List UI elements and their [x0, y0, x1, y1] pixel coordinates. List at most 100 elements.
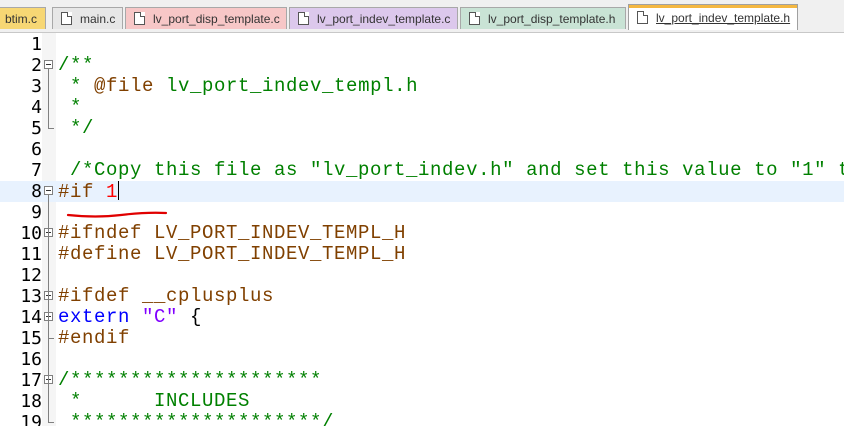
code-line[interactable]: 17 /*********************: [0, 370, 844, 392]
code-editor[interactable]: 1 2/** 3 * @file lv_port_indev_templ.h 4 * 5…: [0, 33, 844, 426]
code-text: #endif: [58, 328, 130, 349]
code-line[interactable]: 14 extern "C" {: [0, 307, 844, 329]
line-number: 4: [31, 97, 42, 118]
code-text: *: [58, 97, 82, 118]
tab-label: lv_port_disp_template.c: [153, 11, 280, 26]
code-line[interactable]: 1: [0, 34, 844, 55]
line-number: 10: [20, 223, 42, 244]
code-token: #define LV_PORT_INDEV_TEMPL_H: [58, 243, 407, 265]
code-text: *********************/: [58, 412, 334, 426]
line-number: 11: [20, 244, 42, 265]
code-text: * INCLUDES: [58, 391, 250, 412]
line-number: 18: [20, 391, 42, 412]
tab-label: lv_port_disp_template.h: [488, 11, 616, 26]
fold-guide: [48, 384, 49, 422]
fold-guide-end: [48, 128, 54, 129]
line-number: 19: [20, 412, 42, 426]
code-line[interactable]: 8 #if 1: [0, 181, 844, 203]
tab-label: lv_port_indev_template.c: [317, 11, 451, 26]
file-icon: [61, 12, 72, 25]
code-token: * INCLUDES: [58, 390, 251, 412]
tab-5[interactable]: lv_port_indev_template.h: [628, 4, 798, 30]
code-line[interactable]: 16: [0, 349, 844, 370]
line-number: 17: [20, 370, 42, 391]
fold-toggle-icon[interactable]: [44, 186, 53, 195]
code-text: #define LV_PORT_INDEV_TEMPL_H: [58, 244, 406, 265]
line-number: 14: [20, 307, 42, 328]
code-line[interactable]: 7 /*Copy this file as "lv_port_indev.h" …: [0, 160, 844, 182]
active-tab-indicator: [629, 5, 797, 8]
code-text: * @file lv_port_indev_templ.h: [58, 76, 418, 97]
line-number: 13: [20, 286, 42, 307]
code-token: *********************/: [58, 411, 335, 426]
code-token: #ifndef LV_PORT_INDEV_TEMPL_H: [58, 222, 407, 244]
line-number: 7: [31, 160, 42, 181]
line-number: 12: [20, 265, 42, 286]
file-icon: [637, 11, 648, 24]
tab-3[interactable]: lv_port_indev_template.c: [289, 7, 458, 29]
line-number: 15: [20, 328, 42, 349]
line-number: 16: [20, 349, 42, 370]
code-token: /**: [58, 54, 95, 76]
code-line[interactable]: 18 * INCLUDES: [0, 391, 844, 413]
code-text: /*********************: [58, 370, 322, 391]
tab-4[interactable]: lv_port_disp_template.h: [460, 7, 626, 29]
fold-guide-end: [48, 422, 54, 423]
line-number: 1: [31, 34, 42, 55]
line-number: 3: [31, 76, 42, 97]
tab-label: lv_port_indev_template.h: [656, 10, 791, 25]
tab-2[interactable]: lv_port_disp_template.c: [125, 7, 287, 29]
code-text: #if 1: [58, 181, 120, 203]
code-token: #if: [58, 181, 107, 203]
code-line[interactable]: 15 #endif: [0, 328, 844, 350]
file-icon: [298, 12, 309, 25]
line-number: 9: [31, 202, 42, 223]
code-text: extern "C" {: [58, 307, 202, 328]
fold-toggle-icon[interactable]: [44, 60, 53, 69]
tab-label: btim.c: [5, 11, 38, 26]
fold-guide: [48, 300, 49, 338]
code-token: {: [178, 306, 203, 328]
code-line[interactable]: 19 *********************/: [0, 412, 844, 426]
code-line[interactable]: 5 */: [0, 118, 844, 140]
code-token: *: [58, 75, 95, 97]
code-token: #ifdef __cplusplus: [58, 285, 275, 307]
code-text: #ifndef LV_PORT_INDEV_TEMPL_H: [58, 223, 406, 244]
code-token: #endif: [58, 327, 131, 349]
tab-1[interactable]: main.c: [52, 7, 123, 29]
code-line[interactable]: 2 /**: [0, 55, 844, 77]
code-text: /*Copy this file as "lv_port_indev.h" an…: [58, 160, 844, 181]
code-text: */: [58, 118, 94, 139]
file-icon: [469, 12, 480, 25]
code-text: /**: [58, 55, 94, 76]
code-line[interactable]: 13 #ifdef __cplusplus: [0, 286, 844, 308]
code-line[interactable]: 12: [0, 265, 844, 286]
tab-0[interactable]: btim.c: [0, 7, 46, 29]
code-token: extern: [58, 306, 143, 328]
line-number: 8: [31, 181, 42, 202]
code-line[interactable]: 11 #define LV_PORT_INDEV_TEMPL_H: [0, 244, 844, 266]
code-token: "C": [142, 306, 179, 328]
line-number: 6: [31, 139, 42, 160]
line-number: 2: [31, 55, 42, 76]
code-line[interactable]: 4 *: [0, 97, 844, 119]
code-text: #ifdef __cplusplus: [58, 286, 274, 307]
fold-guide: [48, 69, 49, 128]
code-line[interactable]: 3 * @file lv_port_indev_templ.h: [0, 76, 844, 98]
tab-bar: btim.c main.c lv_port_disp_template.c lv_po…: [0, 0, 844, 33]
fold-guide-end: [48, 338, 54, 339]
code-token: /*Copy this file as "lv_port_indev.h" an…: [58, 159, 844, 181]
code-token: /*********************: [58, 369, 323, 391]
code-line[interactable]: 6: [0, 139, 844, 160]
code-token: *: [58, 96, 83, 118]
text-caret: [118, 181, 120, 200]
line-number: 5: [31, 118, 42, 139]
code-line[interactable]: 10 #ifndef LV_PORT_INDEV_TEMPL_H: [0, 223, 844, 245]
code-token: 1: [106, 181, 119, 203]
tab-label: main.c: [80, 11, 116, 26]
red-underline-annotation: [66, 211, 168, 218]
file-icon: [134, 12, 145, 25]
code-token: lv_port_indev_templ.h: [154, 75, 419, 97]
code-token: */: [58, 117, 95, 139]
code-token: @file: [94, 75, 155, 97]
